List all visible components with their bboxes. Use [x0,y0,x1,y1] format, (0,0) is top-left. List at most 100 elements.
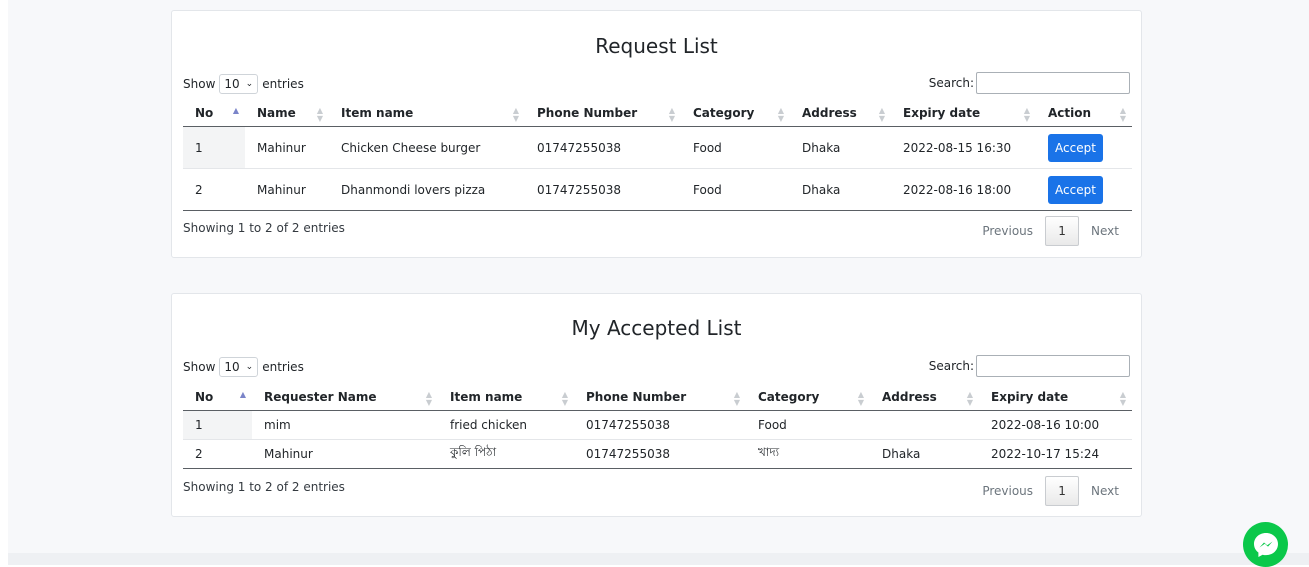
request-list-card: Request List Show 10 ⌄ entries Search: N… [171,10,1142,258]
cell-category: Food [681,168,790,211]
table-row: 2 Mahinur Dhanmondi lovers pizza 0174725… [183,168,1132,211]
next-button[interactable]: Next [1091,484,1119,498]
sort-icon: ▲ ▼ [512,106,519,123]
table-info: Showing 1 to 2 of 2 entries [183,221,345,235]
sort-icon: ▲ ▼ [1119,390,1126,407]
show-label: Show [183,77,216,91]
cell-action: Accept [1036,126,1132,169]
column-header-phone[interactable]: Phone Number ▲ ▼ [525,99,681,127]
next-button[interactable]: Next [1091,224,1119,238]
table-row: 1 Mahinur Chicken Cheese burger 01747255… [183,126,1132,169]
accept-button[interactable]: Accept [1048,175,1103,204]
cell-phone: 01747255038 [525,126,681,169]
page-length-select[interactable]: 10 ⌄ [219,74,259,94]
sort-icon: ▲ ▼ [1119,106,1126,123]
cell-expiry: 2022-08-16 18:00 [891,168,1036,211]
cell-no: 2 [183,439,252,469]
chevron-down-icon: ⌄ [245,79,254,89]
column-header-requester-name[interactable]: Requester Name ▲ ▼ [252,383,438,411]
cell-name: Mahinur [245,126,329,169]
column-header-item[interactable]: Item name ▲ ▼ [329,99,525,127]
cell-phone: 01747255038 [525,168,681,211]
column-header-item[interactable]: Item name ▲ ▼ [438,383,574,411]
cell-no: 1 [183,126,245,169]
column-header-phone[interactable]: Phone Number ▲ ▼ [574,383,746,411]
footer-strip [8,553,1309,565]
column-header-no[interactable]: No ▲ [183,99,245,127]
cell-item: fried chicken [438,410,574,440]
cell-action: Accept [1036,168,1132,211]
cell-requester-name: Mahinur [252,439,438,469]
sort-icon: ▲ ▼ [668,106,675,123]
sort-icon: ▲ ▼ [966,390,973,407]
cell-phone: 01747255038 [574,439,746,469]
request-list-length: Show 10 ⌄ entries [183,74,304,94]
cell-requester-name: mim [252,410,438,440]
page-button-current[interactable]: 1 [1045,216,1080,246]
pagination: Previous 1 Next [982,476,1119,506]
cell-address: Dhaka [790,168,891,211]
accepted-list-title: My Accepted List [571,316,742,340]
entries-label: entries [262,360,304,374]
sort-icon: ▲ ▼ [561,390,568,407]
search-input[interactable] [976,72,1130,94]
column-header-address[interactable]: Address ▲ ▼ [790,99,891,127]
table-row: 2 Mahinur কুলি পিঠা 01747255038 খাদ্য Dh… [183,439,1132,469]
sort-icon: ▲ ▼ [316,106,323,123]
cell-expiry: 2022-08-15 16:30 [891,126,1036,169]
cell-item: Dhanmondi lovers pizza [329,168,525,211]
column-header-category[interactable]: Category ▲ ▼ [746,383,870,411]
cell-address: Dhaka [790,126,891,169]
request-table: No ▲ Name ▲ ▼ Item name ▲ ▼ Phone Number ▲ ▼ Ca… [183,99,1132,211]
accepted-table: No ▲ Requester Name ▲ ▼ Item name ▲ ▼ Phone N… [183,383,1132,469]
request-list-title: Request List [595,34,718,58]
cell-name: Mahinur [245,168,329,211]
accept-button[interactable]: Accept [1048,133,1103,162]
cell-category: খাদ্য [746,439,870,469]
column-header-expiry[interactable]: Expiry date ▲ ▼ [979,383,1132,411]
cell-category: Food [681,126,790,169]
request-list-search: Search: [929,72,1130,94]
page-length-value: 10 [224,77,240,91]
column-header-no[interactable]: No ▲ [183,383,252,411]
cell-item: কুলি পিঠা [438,439,574,469]
search-label: Search: [928,359,974,373]
sort-icon: ▲ ▼ [878,106,885,123]
column-header-name[interactable]: Name ▲ ▼ [245,99,329,127]
cell-address [870,410,979,440]
sort-icon: ▲ [239,390,246,399]
sort-icon: ▲ ▼ [857,390,864,407]
chevron-down-icon: ⌄ [245,362,254,372]
sort-icon: ▲ ▼ [1023,106,1030,123]
messenger-icon [1253,532,1278,557]
column-header-address[interactable]: Address ▲ ▼ [870,383,979,411]
cell-address: Dhaka [870,439,979,469]
sort-icon: ▲ ▼ [425,390,432,407]
page-button-current[interactable]: 1 [1045,476,1080,506]
sort-icon: ▲ ▼ [777,106,784,123]
cell-item: Chicken Cheese burger [329,126,525,169]
messenger-chat-button[interactable] [1243,522,1288,567]
column-header-action[interactable]: Action ▲ ▼ [1036,99,1132,127]
previous-button[interactable]: Previous [982,484,1033,498]
accepted-list-search: Search: [929,355,1130,377]
previous-button[interactable]: Previous [982,224,1033,238]
entries-label: entries [262,77,304,91]
table-row: 1 mim fried chicken 01747255038 Food 202… [183,410,1132,440]
cell-phone: 01747255038 [574,410,746,440]
table-info: Showing 1 to 2 of 2 entries [183,480,345,494]
sort-icon: ▲ [232,106,239,115]
page-length-value: 10 [224,360,240,374]
search-input[interactable] [976,355,1130,377]
cell-category: Food [746,410,870,440]
column-header-category[interactable]: Category ▲ ▼ [681,99,790,127]
cell-expiry: 2022-10-17 15:24 [979,439,1132,469]
search-label: Search: [928,76,974,90]
page-length-select[interactable]: 10 ⌄ [219,357,259,377]
cell-no: 1 [183,410,252,440]
show-label: Show [183,360,216,374]
column-header-expiry[interactable]: Expiry date ▲ ▼ [891,99,1036,127]
accepted-list-card: My Accepted List Show 10 ⌄ entries Searc… [171,293,1142,517]
sort-icon: ▲ ▼ [733,390,740,407]
cell-expiry: 2022-08-16 10:00 [979,410,1132,440]
